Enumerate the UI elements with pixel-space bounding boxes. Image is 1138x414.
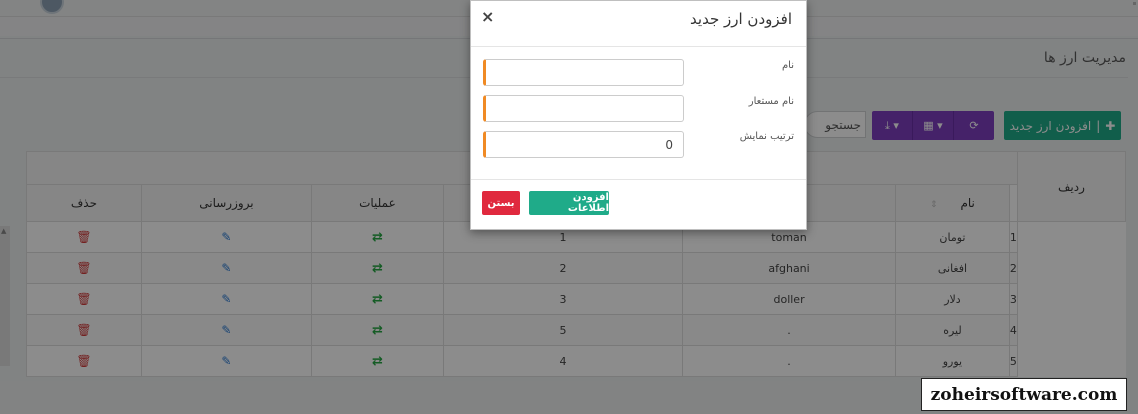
submit-button[interactable]: افزودن اطلاعات bbox=[529, 191, 609, 215]
alias-field[interactable] bbox=[483, 95, 684, 122]
alias-label: نام مستعار bbox=[748, 96, 794, 107]
name-field[interactable] bbox=[483, 59, 684, 86]
name-label: نام bbox=[781, 60, 794, 71]
add-currency-modal: افزودن ارز جدید × نام نام مستعار ترتیب ن… bbox=[470, 0, 807, 230]
close-icon[interactable]: × bbox=[481, 7, 494, 26]
display-order-label: ترتیب نمایش bbox=[739, 131, 794, 142]
watermark: zoheirsoftware.com bbox=[921, 378, 1127, 411]
close-button[interactable]: بستن bbox=[482, 191, 520, 215]
modal-footer bbox=[471, 179, 806, 230]
modal-header: افزودن ارز جدید × bbox=[471, 1, 806, 47]
modal-title: افزودن ارز جدید bbox=[690, 10, 792, 28]
display-order-field[interactable] bbox=[483, 131, 684, 158]
